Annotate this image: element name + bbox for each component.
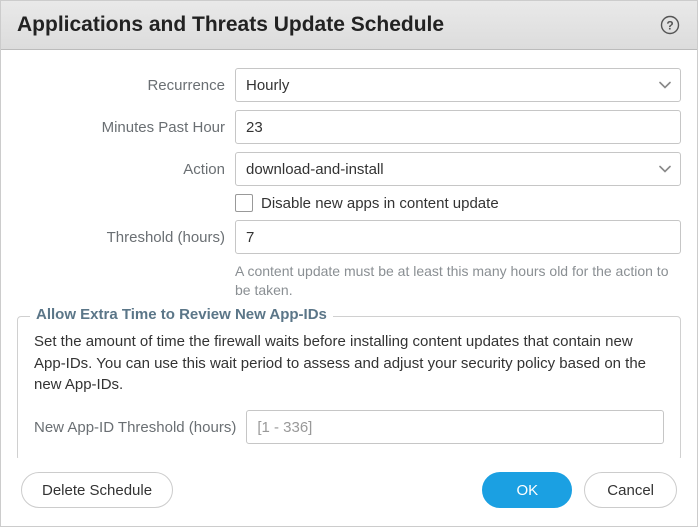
- extra-time-fieldset: Allow Extra Time to Review New App-IDs S…: [17, 316, 681, 458]
- recurrence-value: Hourly: [246, 77, 289, 94]
- row-disable-new-apps: Disable new apps in content update: [17, 194, 681, 212]
- row-minutes: Minutes Past Hour: [17, 110, 681, 144]
- threshold-input[interactable]: [235, 220, 681, 254]
- ok-button[interactable]: OK: [482, 472, 572, 508]
- action-value: download-and-install: [246, 161, 384, 178]
- disable-new-apps-label: Disable new apps in content update: [261, 195, 499, 212]
- cancel-button[interactable]: Cancel: [584, 472, 677, 508]
- extra-time-description: Set the amount of time the firewall wait…: [34, 331, 664, 396]
- row-recurrence: Recurrence Hourly: [17, 68, 681, 102]
- recurrence-select[interactable]: Hourly: [235, 68, 681, 102]
- recurrence-label: Recurrence: [17, 77, 235, 94]
- threshold-helper: A content update must be at least this m…: [235, 262, 681, 300]
- action-select[interactable]: download-and-install: [235, 152, 681, 186]
- minutes-label: Minutes Past Hour: [17, 119, 235, 136]
- row-threshold: Threshold (hours): [17, 220, 681, 254]
- new-appid-threshold-input[interactable]: [246, 410, 664, 444]
- svg-text:?: ?: [666, 19, 673, 33]
- row-action: Action download-and-install: [17, 152, 681, 186]
- dialog-content: Recurrence Hourly Minutes Past Hour Acti…: [1, 50, 697, 458]
- update-schedule-dialog: Applications and Threats Update Schedule…: [0, 0, 698, 527]
- row-threshold-helper: A content update must be at least this m…: [17, 258, 681, 300]
- disable-new-apps-checkbox[interactable]: [235, 194, 253, 212]
- action-label: Action: [17, 161, 235, 178]
- minutes-past-hour-input[interactable]: [235, 110, 681, 144]
- row-new-appid-threshold: New App-ID Threshold (hours): [34, 410, 664, 444]
- new-appid-threshold-label: New App-ID Threshold (hours): [34, 419, 246, 436]
- dialog-title: Applications and Threats Update Schedule: [17, 13, 444, 37]
- threshold-label: Threshold (hours): [17, 229, 235, 246]
- titlebar: Applications and Threats Update Schedule…: [1, 1, 697, 50]
- extra-time-legend: Allow Extra Time to Review New App-IDs: [30, 306, 333, 323]
- help-icon[interactable]: ?: [659, 14, 681, 36]
- dialog-footer: Delete Schedule OK Cancel: [1, 458, 697, 526]
- delete-schedule-button[interactable]: Delete Schedule: [21, 472, 173, 508]
